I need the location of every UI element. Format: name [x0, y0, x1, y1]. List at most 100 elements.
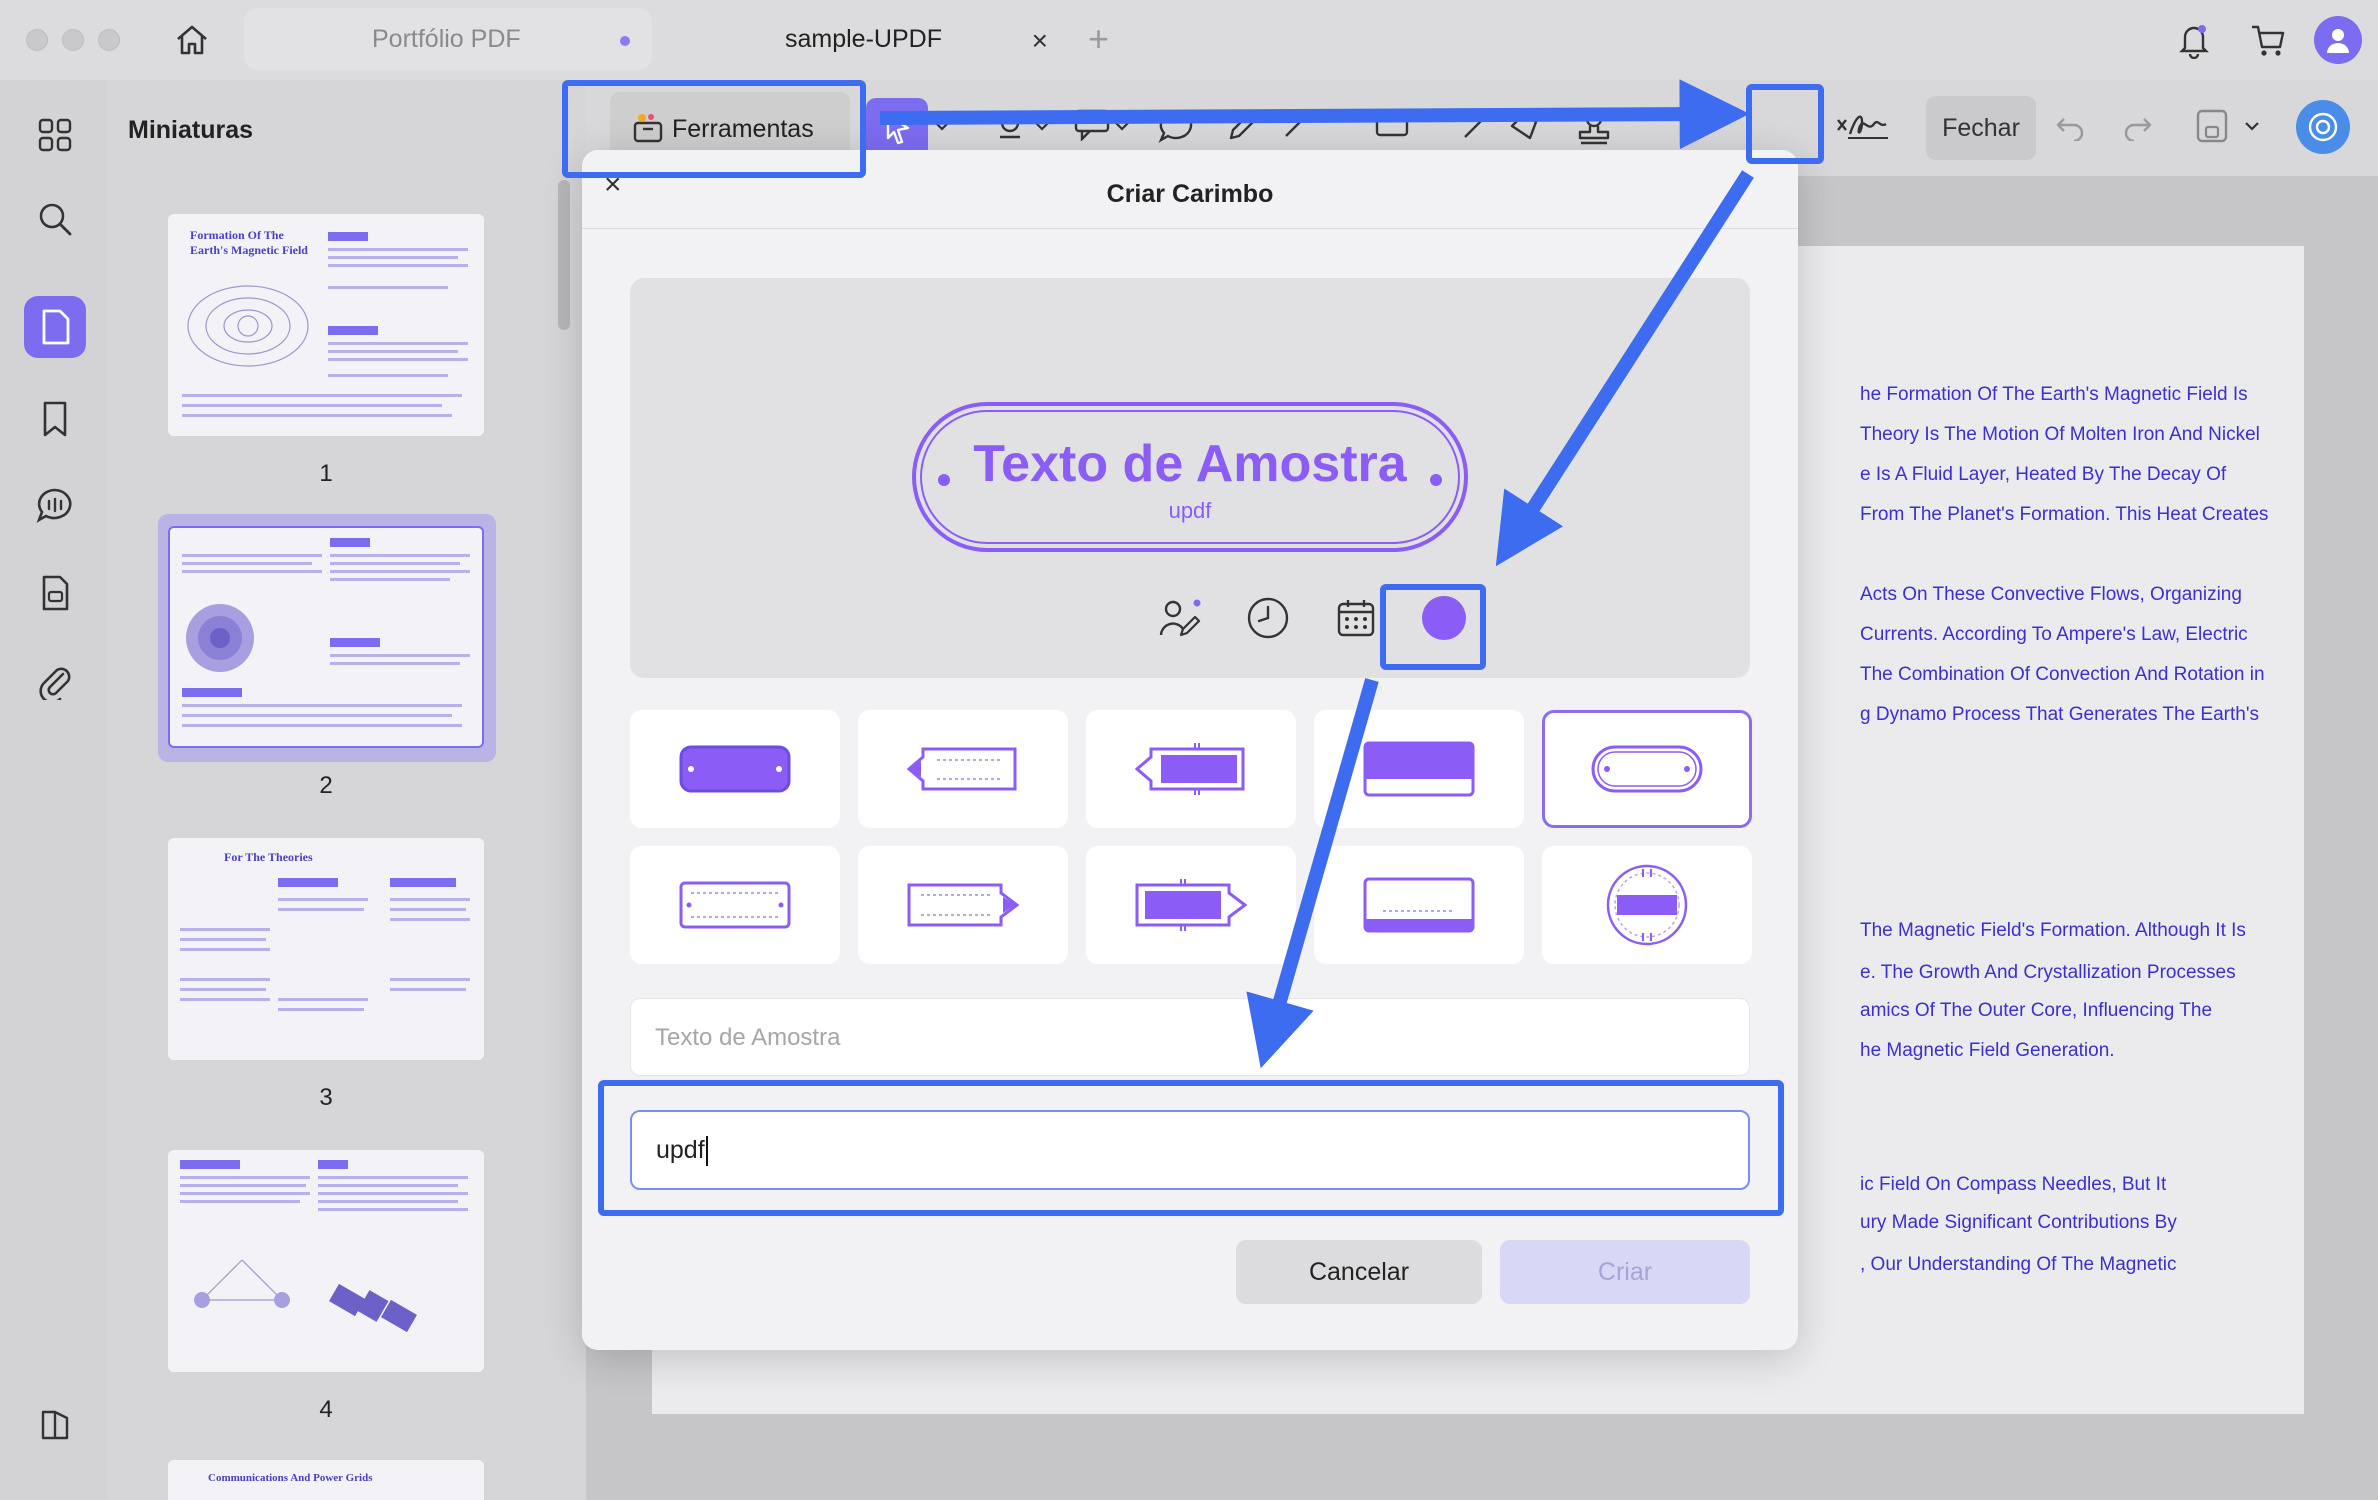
cancel-button[interactable]: Cancelar [1236, 1240, 1482, 1304]
close-tab-icon[interactable]: × [1032, 25, 1048, 57]
thumbnail-page-3[interactable]: For The Theories [168, 838, 484, 1060]
comment-icon[interactable] [24, 474, 86, 536]
unsaved-dot-icon [620, 36, 630, 46]
tab-sample-updf[interactable]: sample-UPDF × [660, 8, 1070, 70]
document-text-line: ic Field On Compass Needles, But It [1860, 1174, 2167, 1195]
calendar-icon[interactable] [1328, 590, 1384, 646]
pages-icon[interactable] [24, 296, 86, 358]
tab-portfolio-pdf[interactable]: Portfólio PDF [244, 8, 652, 70]
thumbnail-number: 4 [319, 1396, 333, 1423]
magnetic-field-figure [187, 285, 309, 367]
create-label: Criar [1597, 1257, 1653, 1286]
thumbnail-number: 3 [319, 1084, 333, 1111]
document-text-line: e Is A Fluid Layer, Heated By The Decay … [1860, 464, 2227, 485]
window-minimize-button[interactable] [62, 29, 84, 51]
stamp-preview: Texto de Amostra updf [630, 278, 1750, 678]
chevron-down-icon[interactable] [1112, 116, 1132, 136]
document-text-line: amics Of The Outer Core, Influencing The [1860, 1000, 2213, 1021]
line-tool-icon[interactable] [1276, 104, 1316, 148]
stamp-style-option-7[interactable] [858, 846, 1068, 964]
custom-text-icon[interactable] [1136, 580, 1224, 656]
document-text-line: , Our Understanding Of The Magnetic [1860, 1254, 2177, 1275]
stamp-text-input[interactable]: Texto de Amostra [630, 998, 1750, 1076]
bell-icon[interactable] [2172, 18, 2216, 62]
eraser-tool-icon[interactable] [1456, 104, 1496, 148]
divider [582, 228, 1798, 229]
sidebar-toggle-icon[interactable] [24, 1394, 86, 1456]
stamp-style-option-6[interactable] [630, 846, 840, 964]
cancel-label: Cancelar [1308, 1257, 1410, 1286]
stamp-style-option-3[interactable] [1086, 710, 1296, 828]
clock-icon[interactable] [1240, 590, 1296, 646]
thumbnail-heading: For The Theories [224, 850, 313, 864]
pencil-tool-icon[interactable] [1222, 104, 1262, 148]
chevron-down-icon[interactable] [2242, 116, 2262, 136]
highlight-tools-button [562, 80, 866, 178]
document-text-line: g Dynamo Process That Generates The Eart… [1860, 704, 2259, 725]
text-comment-tool-icon[interactable] [1070, 104, 1114, 144]
user-avatar-icon[interactable] [2314, 16, 2362, 64]
home-icon[interactable] [168, 18, 216, 62]
cart-icon[interactable] [2244, 18, 2292, 62]
document-text-line: he Magnetic Field Generation. [1860, 1040, 2115, 1061]
stamp-style-option-5[interactable] [1542, 710, 1752, 828]
note-tool-icon[interactable] [1154, 104, 1198, 148]
thumbnail-heading: Communications And Power Grids [208, 1472, 373, 1484]
dialog-title: Criar Carimbo [1106, 180, 1274, 208]
chevron-down-icon[interactable] [1032, 116, 1052, 136]
tab-label: Portfólio PDF [372, 24, 521, 53]
ai-assistant-icon[interactable] [2296, 100, 2350, 154]
stamp-style-option-1[interactable] [630, 710, 840, 828]
stamp-preview-text: Texto de Amostra [973, 435, 1407, 493]
highlight-stamp-tool [1746, 84, 1824, 164]
create-button[interactable]: Criar [1500, 1240, 1750, 1304]
tab-label: sample-UPDF [785, 24, 942, 53]
close-label: Fechar [1942, 113, 2020, 142]
stamp-style-option-2[interactable] [858, 710, 1068, 828]
thumbnail-page-2[interactable] [168, 526, 484, 748]
underline-tool-icon[interactable] [990, 104, 1030, 144]
thumbnail-page-5[interactable]: Communications And Power Grids [168, 1460, 484, 1500]
thumbnails-grid-icon[interactable] [24, 104, 86, 166]
attachment-icon[interactable] [24, 650, 86, 712]
stamp-text-placeholder: Texto de Amostra [655, 1024, 841, 1051]
add-tab-icon[interactable]: + [1088, 18, 1109, 60]
thumbnail-page-4[interactable] [168, 1150, 484, 1372]
chevron-down-icon[interactable] [932, 116, 952, 136]
diagram-figure [194, 1259, 290, 1308]
panel-title: Miniaturas [128, 116, 254, 144]
sticker-tool-icon[interactable] [1502, 104, 1546, 148]
stamp-style-option-9[interactable] [1314, 846, 1524, 964]
document-text-line: Currents. According To Ampere's Law, Ele… [1860, 624, 2248, 645]
title-bar: Portfólio PDF sample-UPDF × + [0, 0, 2378, 80]
save-icon[interactable] [2188, 102, 2236, 150]
thumbnail-page-1[interactable]: Formation Of The Earth's Magnetic Field [168, 214, 484, 436]
window-zoom-button[interactable] [98, 29, 120, 51]
close-tools-button[interactable]: Fechar [1926, 96, 2036, 160]
satellite-figure [329, 1283, 417, 1333]
document-text-line: Theory Is The Motion Of Molten Iron And … [1860, 424, 2260, 445]
stamp-style-option-8[interactable] [1086, 846, 1296, 964]
document-text-line: Acts On These Convective Flows, Organizi… [1860, 584, 2242, 605]
stamp-preview-shape: Texto de Amostra updf [912, 402, 1468, 552]
stamp-style-option-10[interactable] [1542, 846, 1752, 964]
bookmark-icon[interactable] [24, 388, 86, 450]
document-text-line: The Combination Of Convection And Rotati… [1860, 664, 2265, 685]
earth-layers-figure [186, 604, 254, 672]
panel-scrollbar[interactable] [558, 180, 570, 330]
stamp-preview-subtext: updf [1168, 498, 1212, 523]
stamp-tool-icon[interactable] [1570, 104, 1618, 152]
thumbnail-panel: Miniaturas Formation Of The Earth's Magn… [106, 80, 586, 1500]
document-text-line: e. The Growth And Crystallization Proces… [1860, 962, 2236, 983]
stamp-style-option-4[interactable] [1314, 710, 1524, 828]
shape-tool-icon[interactable] [1370, 106, 1414, 146]
thumbnail-number: 1 [319, 460, 333, 487]
highlight-subtext-field [598, 1080, 1784, 1216]
signature-tool-icon[interactable] [1832, 104, 1892, 148]
form-icon[interactable] [24, 562, 86, 624]
window-close-button[interactable] [26, 29, 48, 51]
thumbnail-heading: Formation Of The Earth's Magnetic Field [190, 228, 308, 257]
search-icon[interactable] [24, 188, 86, 250]
redo-icon[interactable] [2116, 104, 2160, 148]
undo-icon[interactable] [2048, 104, 2092, 148]
